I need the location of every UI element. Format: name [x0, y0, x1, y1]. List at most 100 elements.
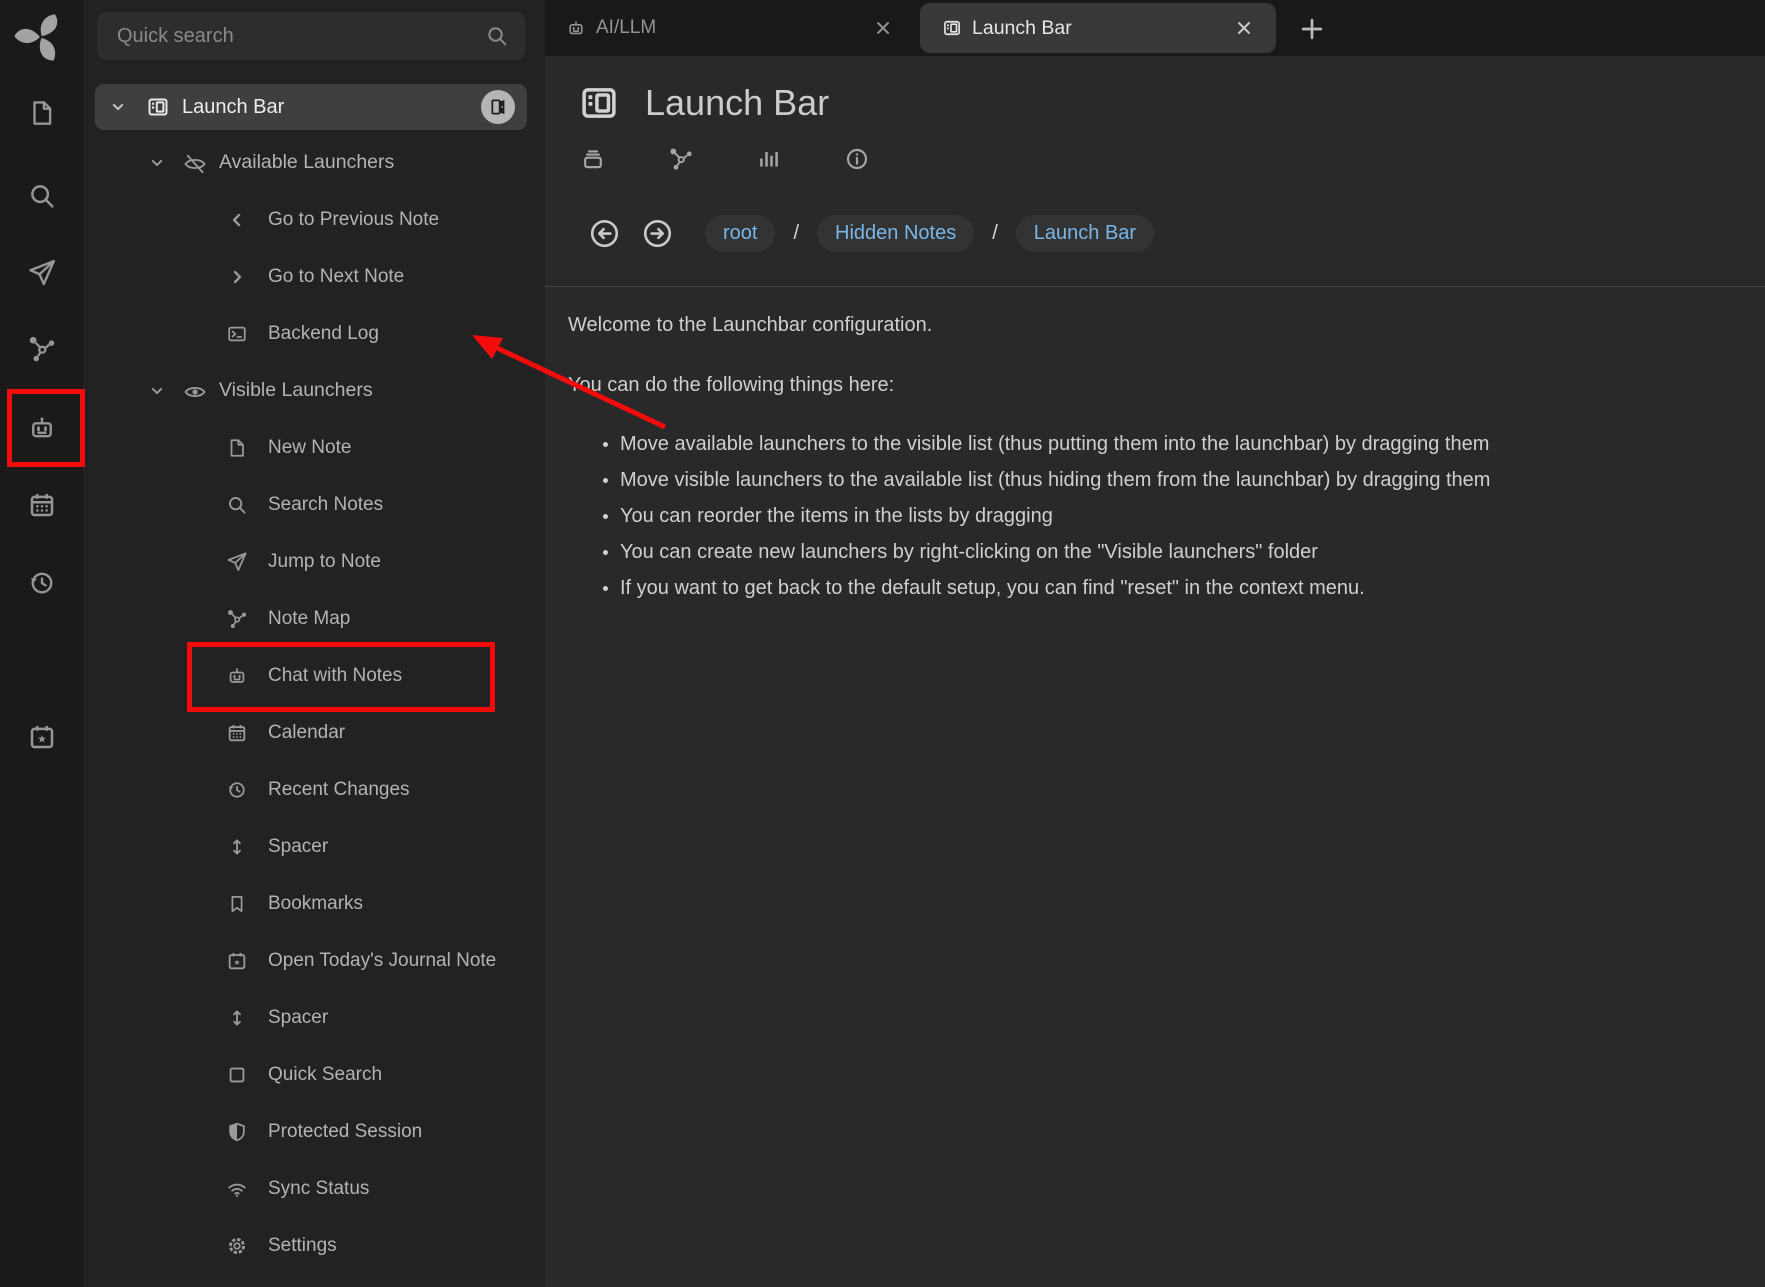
- tab-label: AI/LLM: [596, 17, 656, 39]
- unhoist-button[interactable]: [481, 90, 515, 124]
- tree-item-new-note[interactable]: New Note: [83, 419, 545, 476]
- back-icon[interactable]: [587, 216, 622, 251]
- note-tree-pane: Launch Bar Available Launchers Go to Pre…: [83, 0, 545, 1287]
- note-title[interactable]: Launch Bar: [645, 82, 829, 124]
- breadcrumb: root / Hidden Notes / Launch Bar: [587, 213, 1765, 253]
- new-tab-icon[interactable]: [1297, 14, 1327, 44]
- note-title-row: Launch Bar: [578, 80, 1765, 126]
- breadcrumb-separator: /: [793, 222, 799, 245]
- chevron-down-icon[interactable]: [147, 153, 167, 173]
- note-tree: Available Launchers Go to Previous Note …: [83, 134, 545, 1274]
- square-icon: [226, 1064, 248, 1086]
- trilium-logo-icon: [14, 10, 68, 64]
- tree-item-go-to-next-note[interactable]: Go to Next Note: [83, 248, 545, 305]
- tree-item-label: Visible Launchers: [219, 379, 373, 402]
- tree-item-spacer-2[interactable]: Spacer: [83, 989, 545, 1046]
- tree-item-label: Settings: [268, 1235, 337, 1257]
- note-detail-pane: AI/LLM Launch Bar Launch Bar root /: [545, 0, 1765, 1287]
- tree-item-note-map[interactable]: Note Map: [83, 590, 545, 647]
- list-item: You can create new launchers by right-cl…: [620, 534, 1725, 570]
- tree-item-launch-bar[interactable]: Launch Bar: [95, 84, 527, 130]
- tab-launch-bar[interactable]: Launch Bar: [920, 3, 1276, 53]
- tree-item-label: Available Launchers: [219, 151, 394, 174]
- new-note-icon[interactable]: [20, 93, 64, 133]
- calendar-star-icon: [226, 950, 248, 972]
- tree-item-quick-search[interactable]: Quick Search: [83, 1046, 545, 1103]
- chat-with-notes-icon[interactable]: [20, 408, 64, 448]
- chevron-right-icon: [226, 266, 248, 288]
- search-icon: [485, 24, 509, 48]
- tree-item-label: Bookmarks: [268, 893, 363, 915]
- arrows-vertical-icon: [226, 1007, 248, 1029]
- eye-slash-icon: [183, 152, 205, 174]
- tree-item-backend-log[interactable]: Backend Log: [83, 305, 545, 362]
- note-map-icon[interactable]: [668, 146, 694, 172]
- bookmark-icon: [226, 893, 248, 915]
- tree-item-label: Spacer: [268, 836, 328, 858]
- tree-item-open-todays-journal[interactable]: Open Today's Journal Note: [83, 932, 545, 989]
- tree-item-available-launchers[interactable]: Available Launchers: [83, 134, 545, 191]
- ribbon-toolbar: [580, 142, 1765, 176]
- tree-item-bookmarks[interactable]: Bookmarks: [83, 875, 545, 932]
- tree-item-label: Note Map: [268, 608, 350, 630]
- note-map-icon[interactable]: [20, 329, 64, 369]
- tree-item-go-to-previous-note[interactable]: Go to Previous Note: [83, 191, 545, 248]
- tree-item-sync-status[interactable]: Sync Status: [83, 1160, 545, 1217]
- tree-item-spacer-1[interactable]: Spacer: [83, 818, 545, 875]
- list-item: Move available launchers to the visible …: [620, 426, 1725, 462]
- list-item: If you want to get back to the default s…: [620, 570, 1725, 606]
- note-info-icon[interactable]: [844, 146, 870, 172]
- tree-item-label: Go to Previous Note: [268, 209, 439, 231]
- tree-item-visible-launchers[interactable]: Visible Launchers: [83, 362, 545, 419]
- calendar-icon[interactable]: [20, 485, 64, 525]
- chevron-down-icon[interactable]: [108, 97, 128, 117]
- tree-item-label: Quick Search: [268, 1064, 382, 1086]
- launch-bar-icon: [578, 82, 620, 124]
- tree-item-label: Backend Log: [268, 323, 379, 345]
- close-icon[interactable]: [1232, 16, 1256, 40]
- robot-icon: [566, 18, 586, 38]
- tree-item-calendar[interactable]: Calendar: [83, 704, 545, 761]
- close-icon[interactable]: [871, 16, 895, 40]
- tab-ai-llm[interactable]: AI/LLM: [566, 0, 656, 56]
- breadcrumb-root[interactable]: root: [705, 215, 775, 252]
- forward-icon[interactable]: [640, 216, 675, 251]
- note-map-icon: [226, 608, 248, 630]
- quick-search: [97, 12, 525, 60]
- search-notes-icon[interactable]: [20, 176, 64, 216]
- gear-icon: [226, 1235, 248, 1257]
- tree-item-search-notes[interactable]: Search Notes: [83, 476, 545, 533]
- breadcrumb-hidden-notes[interactable]: Hidden Notes: [817, 215, 974, 252]
- clock-history-icon: [226, 779, 248, 801]
- list-item: You can reorder the items in the lists b…: [620, 498, 1725, 534]
- tree-item-label: Open Today's Journal Note: [268, 950, 496, 972]
- tree-item-label: Search Notes: [268, 494, 383, 516]
- tree-item-label: Sync Status: [268, 1178, 369, 1200]
- breadcrumb-launch-bar[interactable]: Launch Bar: [1016, 215, 1154, 252]
- open-todays-journal-icon[interactable]: [20, 717, 64, 757]
- tab-label: Launch Bar: [972, 17, 1072, 40]
- tree-item-label: Recent Changes: [268, 779, 410, 801]
- tree-item-settings[interactable]: Settings: [83, 1217, 545, 1274]
- jump-to-note-icon[interactable]: [20, 253, 64, 293]
- intro-text: Welcome to the Launchbar configuration.: [568, 311, 1725, 339]
- tree-item-recent-changes[interactable]: Recent Changes: [83, 761, 545, 818]
- recent-changes-icon[interactable]: [20, 563, 64, 603]
- chevron-down-icon[interactable]: [147, 381, 167, 401]
- robot-icon: [226, 665, 248, 687]
- basic-properties-icon[interactable]: [580, 146, 606, 172]
- chevron-left-icon: [226, 209, 248, 231]
- calendar-icon: [226, 722, 248, 744]
- tree-item-label: Spacer: [268, 1007, 328, 1029]
- tree-item-protected-session[interactable]: Protected Session: [83, 1103, 545, 1160]
- tree-item-label: Chat with Notes: [268, 665, 402, 687]
- tree-item-chat-with-notes[interactable]: Chat with Notes: [83, 647, 545, 704]
- terminal-icon: [226, 323, 248, 345]
- tree-item-label: Calendar: [268, 722, 345, 744]
- arrows-vertical-icon: [226, 836, 248, 858]
- quick-search-input[interactable]: [97, 12, 525, 60]
- tree-item-jump-to-note[interactable]: Jump to Note: [83, 533, 545, 590]
- similar-notes-icon[interactable]: [756, 146, 782, 172]
- shield-half-icon: [226, 1121, 248, 1143]
- breadcrumb-separator: /: [992, 222, 998, 245]
